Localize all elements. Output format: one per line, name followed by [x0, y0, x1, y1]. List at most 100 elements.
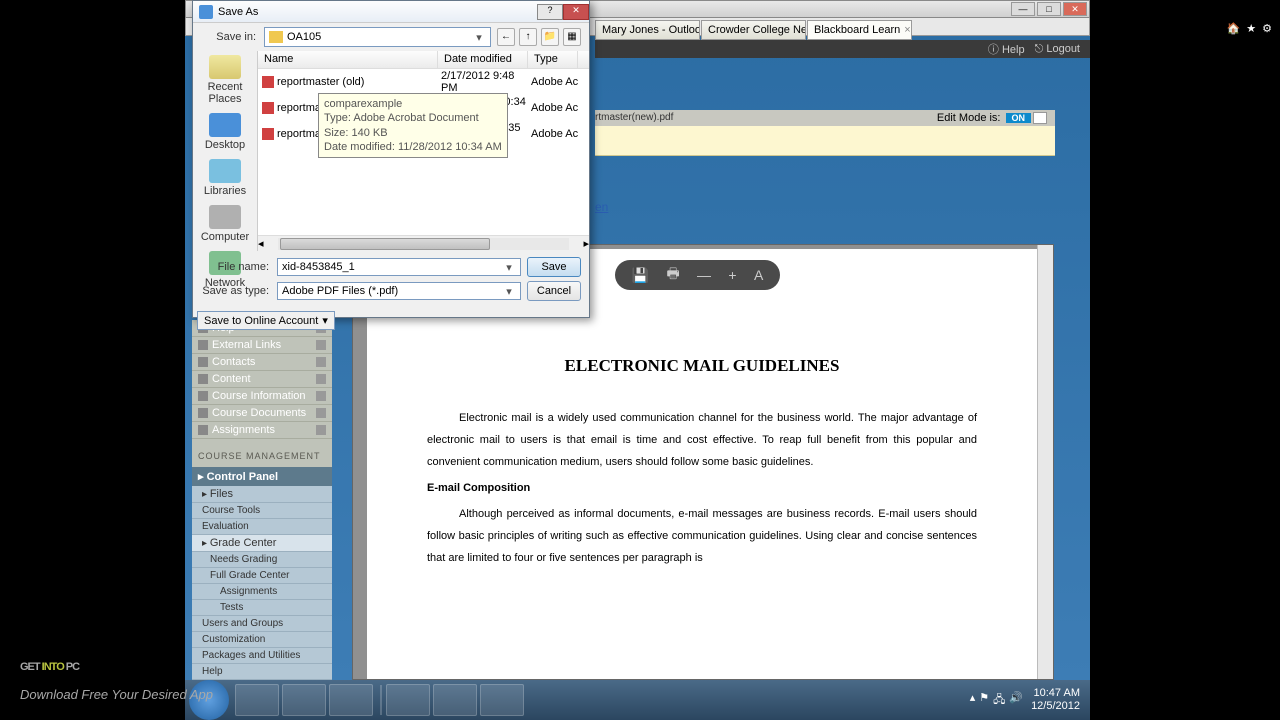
col-date[interactable]: Date modified: [438, 51, 528, 68]
minimize-button[interactable]: —: [1011, 2, 1035, 16]
saveastype-label: Save as type:: [201, 285, 269, 297]
edit-mode-toggle[interactable]: ON: [1006, 113, 1032, 123]
saveastype-dropdown[interactable]: Adobe PDF Files (*.pdf)▾: [277, 282, 521, 300]
tab-crowder[interactable]: Crowder College Neosho ...: [701, 20, 806, 40]
scroll-left-icon[interactable]: ◂: [258, 237, 264, 250]
cp-packages[interactable]: Packages and Utilities: [192, 648, 332, 664]
col-type[interactable]: Type: [528, 51, 578, 68]
tray-sound-icon[interactable]: 🔊: [1009, 691, 1023, 710]
pdf-zoom-out-icon[interactable]: —: [697, 267, 711, 283]
cp-course-tools[interactable]: Course Tools: [192, 503, 332, 519]
taskbar-explorer[interactable]: [282, 684, 326, 716]
file-list[interactable]: Name Date modified Type reportmaster (ol…: [258, 51, 589, 251]
taskbar-media[interactable]: [329, 684, 373, 716]
pdf-file-icon: [262, 102, 274, 114]
pdf-toolbar: 💾 🖶 — + A: [615, 260, 780, 290]
taskbar-app-1[interactable]: [386, 684, 430, 716]
pdf-paragraph-1: Electronic mail is a widely used communi…: [427, 407, 977, 473]
cp-grade-center[interactable]: ▸ Grade Center: [192, 535, 332, 552]
pdf-print-icon[interactable]: 🖶: [666, 263, 679, 287]
edit-mode-label: Edit Mode is:: [937, 112, 1001, 124]
taskbar-app-3[interactable]: [480, 684, 524, 716]
course-sidebar: Help External Links Contacts Content Cou…: [192, 320, 332, 680]
save-online-button[interactable]: Save to Online Account ▾: [197, 311, 335, 330]
taskbar-app-2[interactable]: [433, 684, 477, 716]
place-computer[interactable]: Computer: [195, 205, 255, 243]
help-link[interactable]: ⓘ Help: [988, 41, 1025, 57]
cp-full-grade-center[interactable]: Full Grade Center: [192, 568, 332, 584]
content-path: rtmaster(new).pdf: [595, 112, 673, 123]
dialog-app-icon: [199, 5, 213, 19]
maximize-button[interactable]: □: [1037, 2, 1061, 16]
scroll-thumb[interactable]: [280, 238, 490, 250]
tab-blackboard[interactable]: Blackboard Learn×: [807, 20, 912, 40]
file-row[interactable]: reportmaster (old)2/17/2012 9:48 PMAdobe…: [258, 69, 589, 95]
cp-needs-grading[interactable]: Needs Grading: [192, 552, 332, 568]
chevron-down-icon: ▾: [472, 31, 486, 44]
nav-back-button[interactable]: ←: [497, 28, 515, 46]
pdf-subheading: E-mail Composition: [427, 477, 977, 499]
watermark-logo: GET INTO PC: [20, 632, 79, 680]
cp-customization[interactable]: Customization: [192, 632, 332, 648]
cp-assignments[interactable]: Assignments: [192, 584, 332, 600]
close-button[interactable]: ✕: [1063, 2, 1087, 16]
cancel-button[interactable]: Cancel: [527, 281, 581, 301]
dialog-close-button[interactable]: ✕: [563, 4, 589, 20]
file-tooltip: comparexample Type: Adobe Acrobat Docume…: [318, 93, 508, 158]
pdf-file-icon: [262, 76, 274, 88]
browser-tabs: Mary Jones - Outlook Web... Crowder Coll…: [595, 20, 913, 40]
control-panel-header[interactable]: ▸ Control Panel: [192, 467, 332, 486]
pdf-title: ELECTRONIC MAIL GUIDELINES: [427, 349, 977, 383]
sidebar-item-external-links[interactable]: External Links: [192, 337, 332, 354]
cp-users-groups[interactable]: Users and Groups: [192, 616, 332, 632]
blackboard-topbar: ⓘ Help ⎋ Logout: [595, 40, 1090, 58]
places-bar: Recent Places Desktop Libraries Computer…: [193, 51, 258, 251]
tray-up-icon[interactable]: ▴: [970, 691, 976, 710]
sidebar-item-content[interactable]: Content: [192, 371, 332, 388]
pdf-zoom-in-icon[interactable]: +: [728, 267, 736, 283]
sidebar-item-contacts[interactable]: Contacts: [192, 354, 332, 371]
system-tray: ▴ ⚑ 🖧 🔊 10:47 AM 12/5/2012: [970, 687, 1086, 713]
dialog-titlebar[interactable]: Save As ? ✕: [193, 1, 589, 23]
watermark-tagline: Download Free Your Desired App: [20, 687, 213, 702]
home-icon[interactable]: 🏠: [1227, 22, 1241, 35]
col-name[interactable]: Name: [258, 51, 438, 68]
dialog-help-button[interactable]: ?: [537, 4, 563, 20]
tab-outlook[interactable]: Mary Jones - Outlook Web...: [595, 20, 700, 40]
place-libraries[interactable]: Libraries: [195, 159, 255, 197]
filename-label: File name:: [201, 261, 269, 273]
tray-network-icon[interactable]: 🖧: [993, 691, 1005, 710]
taskbar-ie[interactable]: [235, 684, 279, 716]
place-desktop[interactable]: Desktop: [195, 113, 255, 151]
sidebar-item-course-docs[interactable]: Course Documents: [192, 405, 332, 422]
logout-link[interactable]: ⎋ Logout: [1035, 43, 1080, 56]
cp-help[interactable]: Help: [192, 664, 332, 680]
gear-icon[interactable]: ⚙: [1262, 22, 1272, 35]
scroll-right-icon[interactable]: ▸: [583, 237, 589, 250]
star-icon[interactable]: ★: [1246, 22, 1256, 35]
edit-mode-box[interactable]: [1033, 112, 1047, 124]
filename-input[interactable]: xid-8453845_1▾: [277, 258, 521, 276]
place-recent[interactable]: Recent Places: [195, 55, 255, 105]
sidebar-item-assignments[interactable]: Assignments: [192, 422, 332, 439]
attached-file-link[interactable]: en: [595, 200, 608, 214]
nav-view-button[interactable]: ▦: [563, 28, 581, 46]
nav-up-button[interactable]: ↑: [519, 28, 537, 46]
cp-tests[interactable]: Tests: [192, 600, 332, 616]
tray-flag-icon[interactable]: ⚑: [979, 691, 989, 710]
savein-label: Save in:: [201, 31, 256, 43]
pdf-file-icon: [262, 128, 274, 140]
taskbar-clock[interactable]: 10:47 AM 12/5/2012: [1031, 687, 1080, 713]
pdf-scrollbar[interactable]: [1037, 245, 1053, 679]
file-list-hscroll[interactable]: ◂ ▸: [258, 235, 589, 251]
taskbar: ▴ ⚑ 🖧 🔊 10:47 AM 12/5/2012: [185, 680, 1090, 720]
cp-files[interactable]: ▸ Files: [192, 486, 332, 503]
sidebar-item-course-info[interactable]: Course Information: [192, 388, 332, 405]
pdf-adobe-icon[interactable]: A: [754, 267, 763, 283]
cp-evaluation[interactable]: Evaluation: [192, 519, 332, 535]
save-button[interactable]: Save: [527, 257, 581, 277]
nav-newfolder-button[interactable]: 📁: [541, 28, 559, 46]
savein-dropdown[interactable]: OA105 ▾: [264, 27, 491, 47]
pdf-save-icon[interactable]: 💾: [632, 267, 649, 284]
tab-close-icon[interactable]: ×: [904, 24, 910, 36]
